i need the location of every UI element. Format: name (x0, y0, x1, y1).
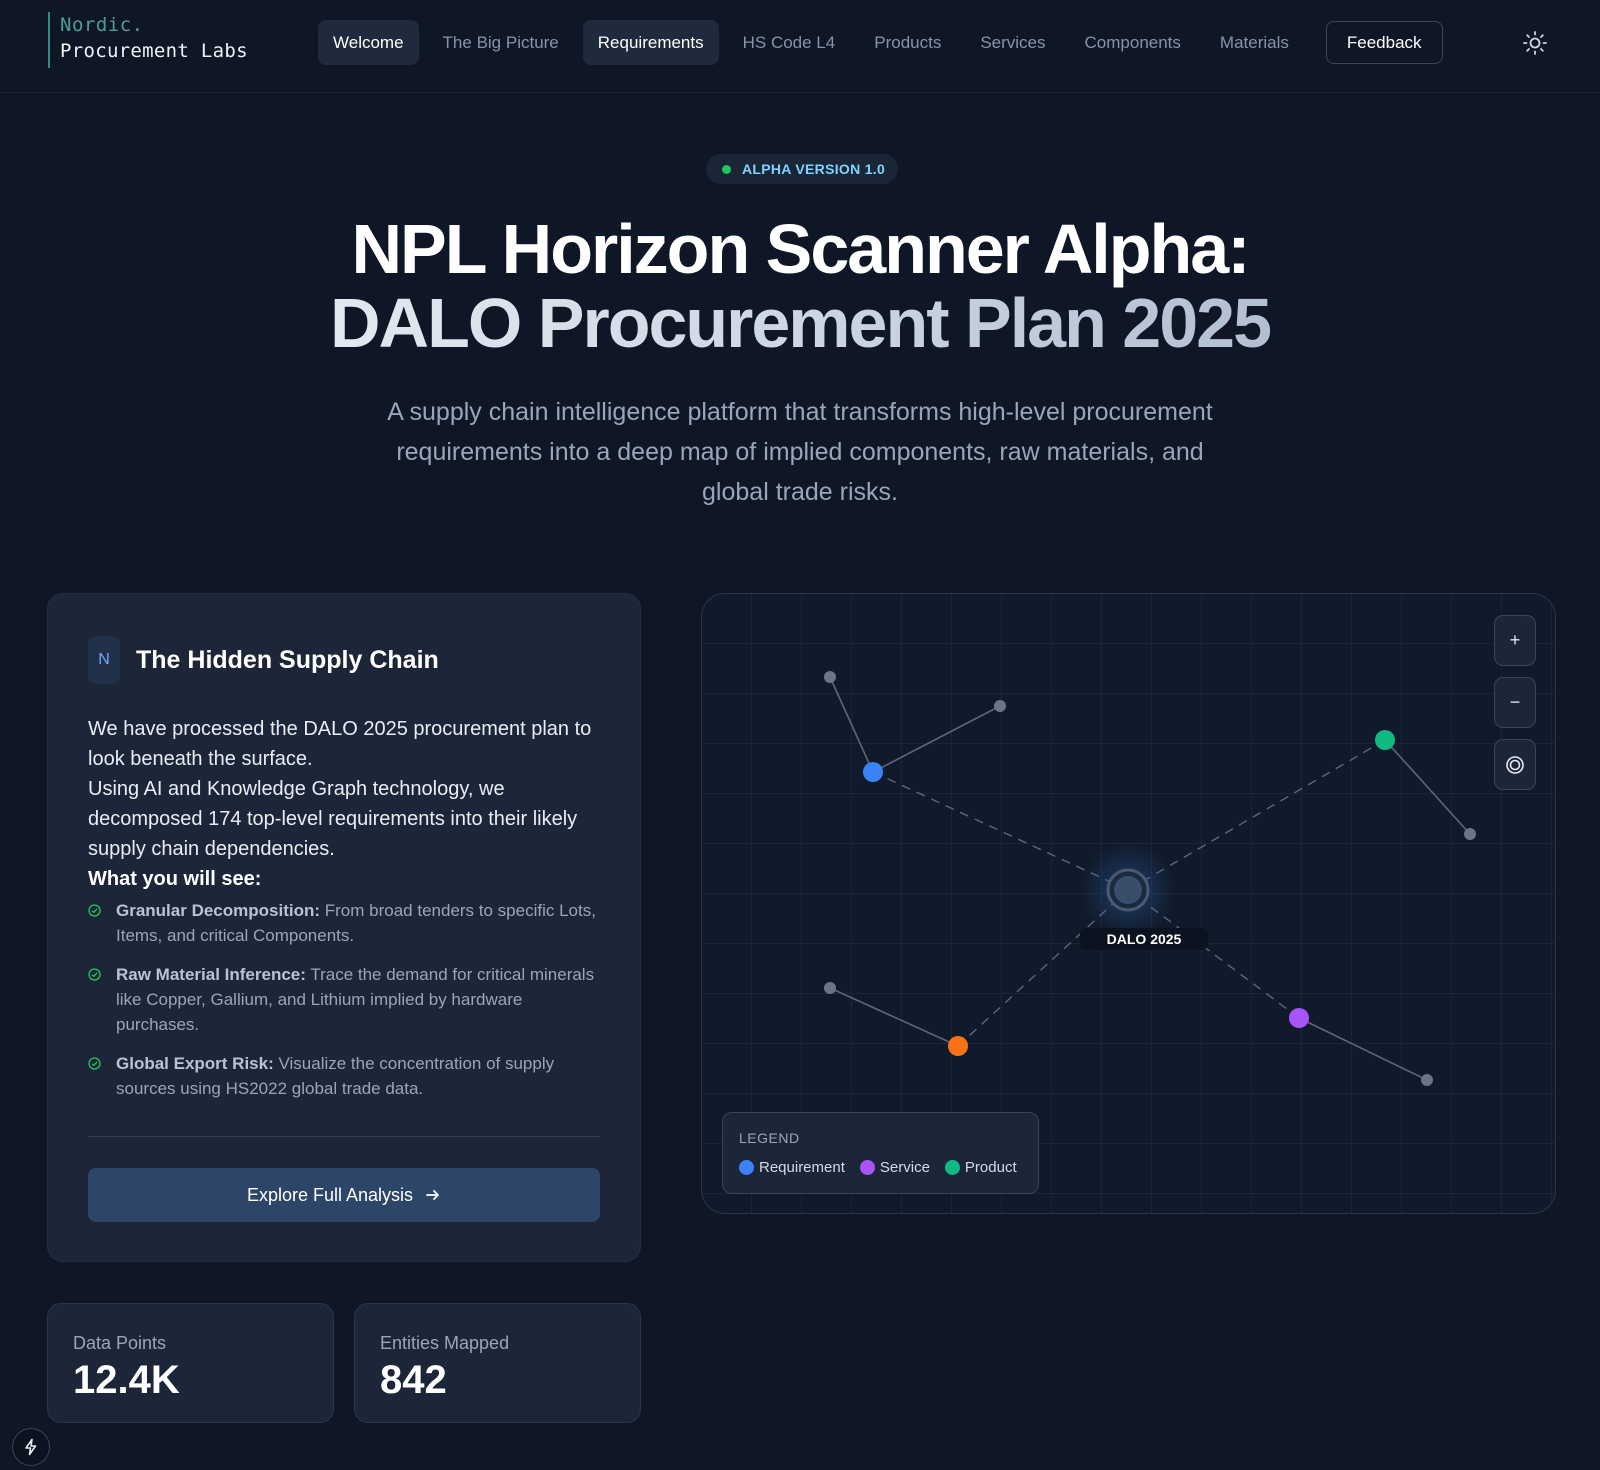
brand-line2: Procurement Labs (60, 40, 248, 62)
requirement-node[interactable] (863, 762, 883, 782)
stat-label: Data Points (73, 1333, 167, 1353)
legend-swatch (944, 1160, 960, 1175)
leaf-node[interactable] (1421, 1074, 1433, 1086)
center-node-label: DALO 2025 (1080, 928, 1208, 950)
target-icon (1506, 755, 1524, 774)
stat-card-data-points: Data Points 12.4K (47, 1303, 334, 1423)
zoom-out-button[interactable]: − (1494, 677, 1536, 728)
nav-item-products[interactable]: Products (859, 20, 956, 65)
features-heading: What you will see: (88, 868, 262, 890)
legend-label: Requirement (759, 1159, 845, 1176)
stat-card-entities-mapped: Entities Mapped 842 (354, 1303, 641, 1423)
page-title: NPL Horizon Scanner Alpha: DALO Procurem… (0, 212, 1600, 360)
card-paragraph-1: We have processed the DALO 2025 procurem… (88, 718, 592, 770)
brand-logo[interactable]: Nordic. Procurement Labs (48, 12, 248, 68)
nav-item-requirements[interactable]: Requirements (582, 20, 719, 65)
feature-item: Granular Decomposition: From broad tende… (88, 898, 608, 948)
card-header: N The Hidden Supply Chain (88, 636, 439, 684)
legend-item-service: Service (859, 1159, 930, 1176)
feature-title: Raw Material Inference: (116, 965, 306, 984)
card-body: We have processed the DALO 2025 procurem… (88, 714, 608, 1101)
main-nav: Welcome The Big Picture Requirements HS … (318, 20, 1452, 65)
component-node[interactable] (948, 1036, 968, 1056)
graph-edge (1298, 1017, 1428, 1081)
hidden-supply-chain-card: N The Hidden Supply Chain We have proces… (47, 593, 641, 1262)
hero-subtitle: A supply chain intelligence platform tha… (387, 398, 1213, 506)
sun-icon[interactable] (1522, 30, 1548, 56)
feature-item: Global Export Risk: Visualize the concen… (88, 1051, 608, 1101)
badge-label: ALPHA VERSION 1.0 (742, 161, 886, 177)
leaf-node[interactable] (994, 700, 1006, 712)
nav-item-materials[interactable]: Materials (1205, 20, 1304, 65)
graph-legend: LEGEND Requirement Service Product (722, 1112, 1039, 1194)
bolt-icon (25, 1438, 37, 1456)
center-node-core (1114, 876, 1142, 904)
leaf-node[interactable] (824, 671, 836, 683)
stat-label: Entities Mapped (380, 1333, 510, 1353)
product-node[interactable] (1375, 730, 1395, 750)
graph-edge (1384, 739, 1471, 835)
graph-edge (829, 676, 874, 773)
stat-value: 12.4K (73, 1358, 180, 1402)
legend-item-requirement: Requirement (739, 1159, 845, 1176)
nav-item-components[interactable]: Components (1070, 20, 1196, 65)
legend-swatch (859, 1160, 875, 1175)
graph-edge (829, 987, 959, 1047)
quick-action-button[interactable] (12, 1428, 50, 1466)
legend-label: Service (879, 1159, 930, 1176)
service-node[interactable] (1289, 1008, 1309, 1028)
card-divider (88, 1136, 600, 1137)
feature-item: Raw Material Inference: Trace the demand… (88, 962, 608, 1037)
arrow-right-icon (426, 1190, 439, 1200)
nav-item-hs-code[interactable]: HS Code L4 (728, 20, 851, 65)
feature-title: Granular Decomposition: (116, 901, 321, 920)
feature-title: Global Export Risk: (116, 1054, 274, 1073)
legend-items: Requirement Service Product (739, 1159, 1032, 1176)
nav-item-welcome[interactable]: Welcome (318, 20, 419, 65)
nav-item-big-picture[interactable]: The Big Picture (428, 20, 574, 65)
leaf-node[interactable] (824, 982, 836, 994)
explore-button-label: Explore Full Analysis (246, 1184, 414, 1205)
feedback-button[interactable]: Feedback (1325, 21, 1443, 64)
card-paragraph-2: Using AI and Knowledge Graph technology,… (88, 778, 578, 860)
explore-full-analysis-button[interactable]: Explore Full Analysis (88, 1168, 600, 1222)
card-letter-badge: N (88, 636, 120, 684)
nav-item-services[interactable]: Services (965, 20, 1060, 65)
brand-line1: Nordic. (60, 14, 144, 36)
knowledge-graph-panel[interactable]: DALO 2025 + − LEGEND Requirement Service… (701, 593, 1556, 1214)
legend-title: LEGEND (739, 1130, 800, 1146)
reset-view-button[interactable] (1494, 739, 1536, 790)
stat-value: 842 (380, 1358, 447, 1402)
top-navbar: Nordic. Procurement Labs Welcome The Big… (0, 0, 1600, 93)
leaf-node[interactable] (1464, 828, 1476, 840)
check-circle-icon (88, 1057, 101, 1070)
check-circle-icon (88, 904, 101, 917)
legend-swatch (739, 1160, 754, 1175)
title-line1: NPL Horizon Scanner Alpha: (351, 210, 1251, 288)
legend-item-product: Product (944, 1159, 1017, 1176)
check-circle-icon (88, 968, 101, 981)
title-line2: DALO Procurement Plan 2025 (0, 286, 1600, 360)
zoom-in-button[interactable]: + (1494, 615, 1536, 666)
legend-label: Product (964, 1159, 1017, 1176)
graph-edge (872, 705, 1001, 773)
card-title: The Hidden Supply Chain (136, 645, 439, 674)
status-dot (722, 164, 731, 174)
alpha-version-badge: ALPHA VERSION 1.0 (706, 154, 898, 184)
